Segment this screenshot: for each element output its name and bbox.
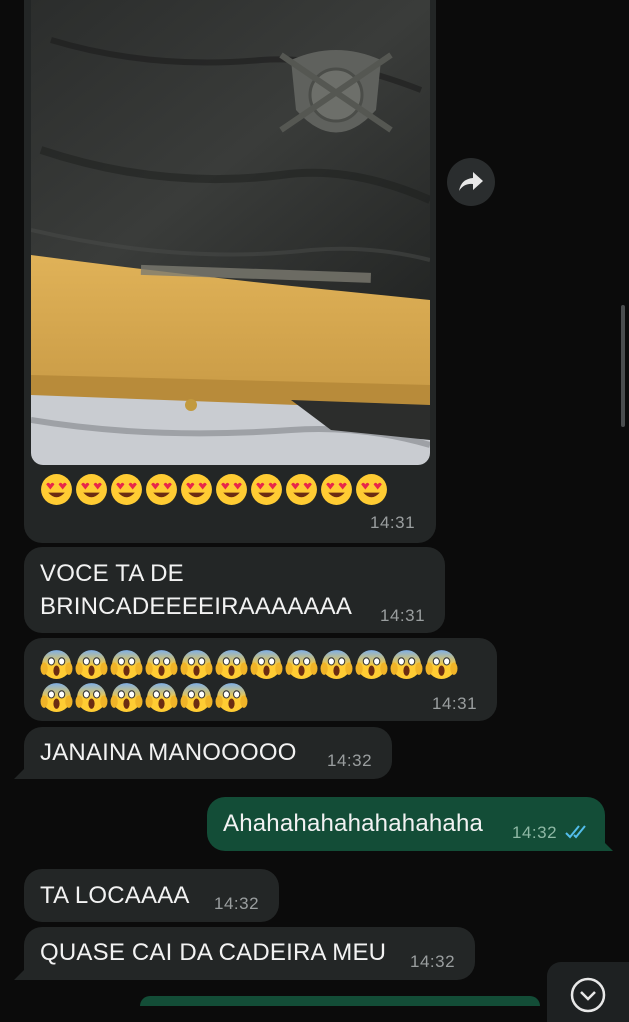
heart-eyes-face-icon [356,474,387,505]
message-time: 14:31 [370,513,416,532]
scroll-to-bottom-button[interactable] [547,962,629,1022]
heart-eyes-face-icon [286,474,317,505]
face-screaming-in-fear-icon [250,650,283,679]
scrollbar-thumb[interactable] [621,305,625,427]
message-text: VOCE TA DE BRINCADEEEEIRAAAAAAA [40,560,353,620]
heart-eyes-face-icon [181,474,212,505]
bubble-tail [14,765,28,779]
face-screaming-in-fear-icon [390,650,423,679]
bubble-tail [599,837,613,851]
face-screaming-in-fear-icon [75,683,108,712]
crest-emblem [279,50,393,133]
face-screaming-in-fear-icon [40,650,73,679]
face-screaming-in-fear-icon [320,650,353,679]
face-screaming-in-fear-icon [180,683,213,712]
face-screaming-in-fear-icon [145,683,178,712]
face-screaming-in-fear-icon [180,650,213,679]
outgoing-message-bubble[interactable]: Ahahahahahahahahaha 14:32 [207,797,605,851]
emoji-message-bubble[interactable]: 14:31 [24,638,497,721]
face-screaming-in-fear-icon [355,650,388,679]
face-screaming-in-fear-icon [75,650,108,679]
heart-eyes-face-icon [251,474,282,505]
face-screaming-in-fear-icon [425,650,458,679]
message-text: QUASE CAI DA CADEIRA MEU [40,939,387,966]
face-screaming-in-fear-icon [215,650,248,679]
face-screaming-in-fear-icon [110,683,143,712]
message-time: 14:32 [410,952,456,971]
heart-eyes-emoji-row [40,473,390,506]
double-check-icon [565,824,591,845]
heart-eyes-face-icon [216,474,247,505]
heart-eyes-face-icon [41,474,72,505]
shared-photo[interactable] [31,0,430,465]
message-bubble[interactable]: TA LOCAAAA 14:32 [24,869,279,922]
message-bubble[interactable]: VOCE TA DE BRINCADEEEEIRAAAAAAA 14:31 [24,547,445,633]
face-screaming-in-fear-icon [110,650,143,679]
message-bubble[interactable]: QUASE CAI DA CADEIRA MEU 14:32 [24,927,475,980]
photo-message-bubble[interactable]: 14:31 [24,0,436,543]
message-time: 14:31 [380,606,426,625]
message-time: 14:32 [327,751,373,770]
face-screaming-in-fear-icon [285,650,318,679]
heart-eyes-face-icon [76,474,107,505]
forward-button[interactable] [447,158,495,206]
face-screaming-in-fear-icon [145,650,178,679]
forward-arrow-icon [459,172,483,191]
jersey-photo-image [31,0,430,465]
message-time: 14:31 [432,694,478,713]
bubble-tail [14,966,28,980]
message-text: JANAINA MANOOOOO [40,739,297,766]
scream-emoji-rows [40,648,470,714]
message-time: 14:32 [512,823,558,842]
heart-eyes-face-icon [146,474,177,505]
message-time: 14:32 [214,894,260,913]
face-screaming-in-fear-icon [215,683,248,712]
next-outgoing-bubble-edge [140,996,540,1006]
heart-eyes-face-icon [321,474,352,505]
chevron-down-circle-icon [570,977,606,1013]
heart-eyes-face-icon [111,474,142,505]
face-screaming-in-fear-icon [40,683,73,712]
message-bubble[interactable]: JANAINA MANOOOOO 14:32 [24,727,392,779]
